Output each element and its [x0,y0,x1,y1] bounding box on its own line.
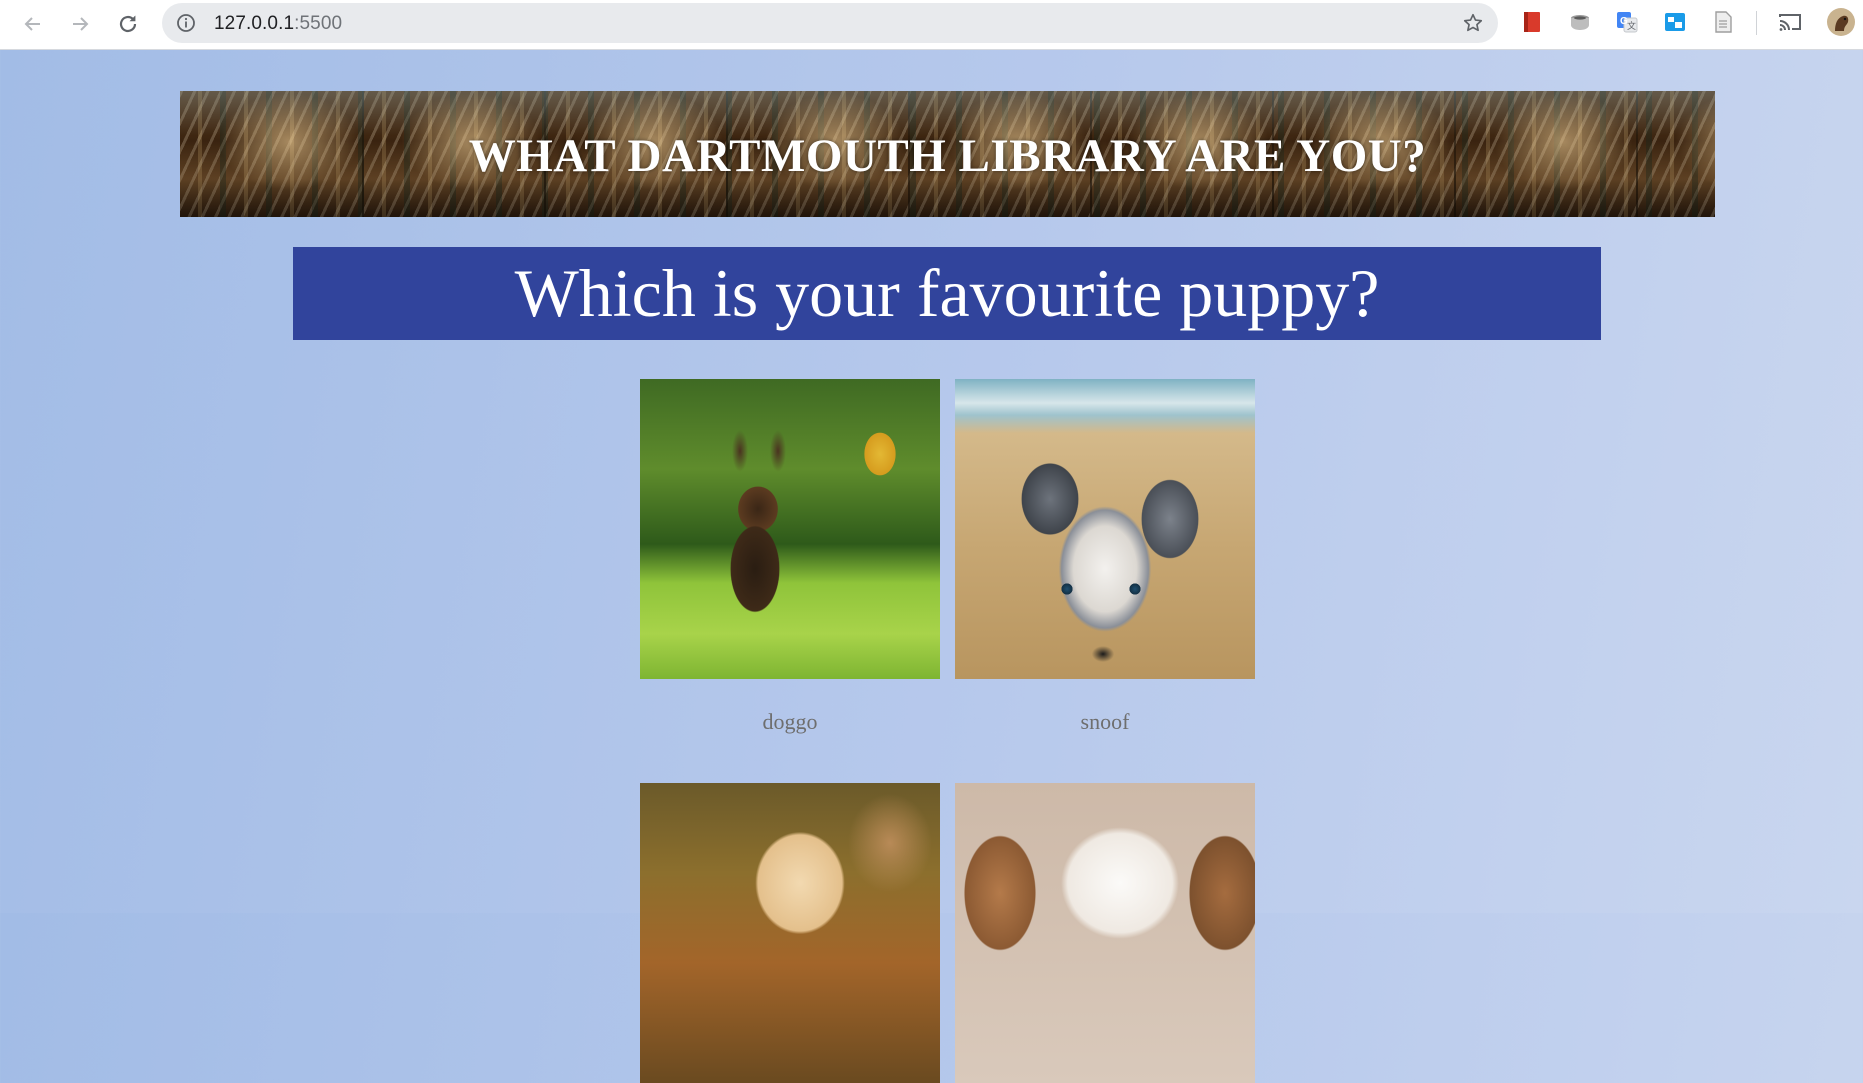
google-translate-extension-icon[interactable]: G文 [1614,9,1640,35]
url-host: 127.0.0.1 [214,13,295,34]
answer-option-3[interactable] [640,783,940,1083]
bookmark-star-icon[interactable] [1462,12,1484,39]
answer-option-doggo[interactable]: doggo [640,379,940,734]
browser-toolbar: 127.0.0.1:5500 G文 [0,0,1863,50]
puppy-image[interactable] [955,379,1255,679]
page-title: WHAT DARTMOUTH LIBRARY ARE YOU? [468,130,1427,182]
document-extension-icon[interactable] [1710,9,1736,35]
reload-icon[interactable] [111,7,145,41]
cup-extension-icon[interactable] [1567,9,1593,35]
forward-arrow-icon[interactable] [63,7,97,41]
option-caption: snoof [1080,709,1130,734]
library-banner: WHAT DARTMOUTH LIBRARY ARE YOU? [180,91,1715,217]
profile-avatar-icon[interactable] [1826,7,1856,37]
red-book-extension-icon[interactable] [1519,9,1545,35]
url-text[interactable]: 127.0.0.1:5500 [214,13,342,35]
cast-icon[interactable] [1777,9,1803,35]
address-bar[interactable]: 127.0.0.1:5500 [162,3,1498,43]
svg-text:文: 文 [1627,20,1636,31]
answer-option-4[interactable] [955,783,1255,1083]
back-arrow-icon[interactable] [16,7,50,41]
puppy-image[interactable] [955,783,1255,1083]
window-extension-icon[interactable] [1662,9,1688,35]
toolbar-separator [1756,11,1757,35]
puppy-image[interactable] [640,379,940,679]
url-port: :5500 [294,13,343,34]
puppy-image[interactable] [640,783,940,1083]
option-caption: doggo [762,709,818,734]
site-info-icon[interactable] [176,13,196,38]
answer-option-snoof[interactable]: snoof [955,379,1255,734]
question-heading: Which is your favourite puppy? [293,247,1601,340]
